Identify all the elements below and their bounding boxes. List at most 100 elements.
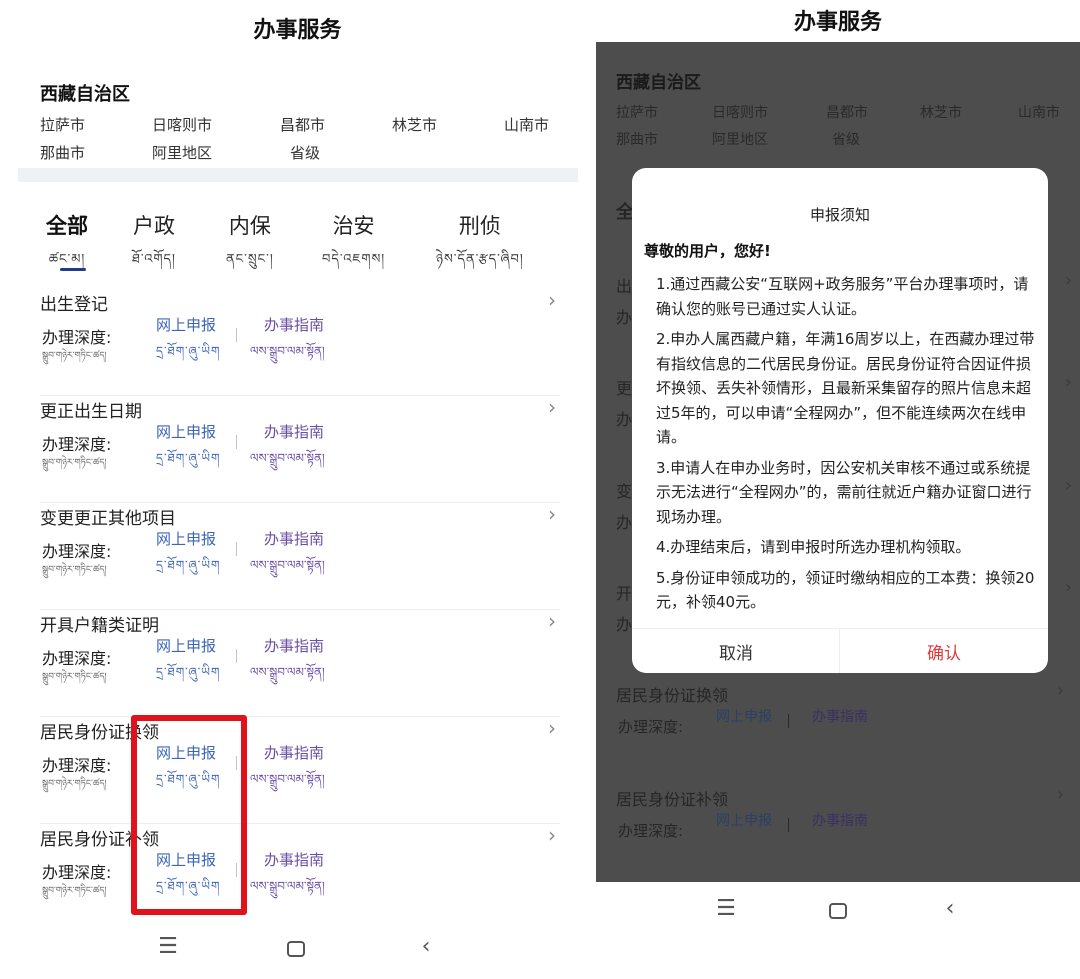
service-item[interactable]: 更正出生日期 › 办理深度: སྒྲུབ་གཉེར་གཏིང་ཚད། 网上申报 …	[40, 395, 560, 503]
chevron-right-icon: ›	[1064, 372, 1072, 393]
category-tabs: 全部 ཚང་མ། 户政 ཐོ་འགོད། 内保 ནང་སྲུང་། 治安 བདེ…	[40, 210, 570, 280]
service-guide-tibetan: ལས་སྒྲུབ་ལམ་སྟོན།	[250, 879, 325, 893]
notice-paragraph: 1.通过西藏公安“互联网+政务服务”平台办理事项时，请确认您的账号已通过实人认证…	[656, 275, 1029, 318]
service-guide-link[interactable]: 办事指南	[264, 742, 324, 763]
divider	[236, 435, 237, 449]
region-title: 西藏自治区	[40, 84, 130, 105]
dialog-greeting: 尊敬的用户，您好!	[644, 242, 771, 260]
service-name: 居民身份证换领	[616, 686, 729, 705]
back-icon[interactable]: ‹	[406, 934, 446, 959]
notice-paragraph: 2.申办人属西藏户籍，年满16周岁以上，在西藏办理过带有指纹信息的二代居民身份证…	[656, 330, 1035, 446]
home-icon[interactable]	[276, 938, 316, 963]
dialog-title: 申报须知	[809, 206, 870, 224]
chevron-right-icon: ›	[548, 609, 556, 633]
tab-label-tibetan: ཉེས་དོན་རྩད་ཞིབ།	[436, 252, 524, 267]
service-item[interactable]: 居民身份证补领 › 办理深度: སྒྲུབ་གཉེར་གཏིང་ཚད། 网上申报…	[40, 823, 560, 931]
service-guide-tibetan: ལས་སྒྲུབ་ལམ་སྟོན།	[250, 665, 325, 679]
obscured-text: 更	[616, 379, 633, 398]
section-divider	[18, 168, 578, 182]
city-nagqu: 那曲市	[616, 132, 658, 148]
confirm-button[interactable]: 确认	[840, 639, 1048, 664]
home-icon[interactable]	[818, 900, 858, 925]
service-guide-link: 办事指南	[812, 813, 868, 829]
cancel-button[interactable]: 取消	[632, 639, 840, 664]
depth-label: 办理深度:	[42, 542, 112, 561]
online-apply-tibetan: དྲ་ཐོག་ཞུ་ཡིག	[156, 344, 221, 358]
service-guide-link[interactable]: 办事指南	[264, 421, 324, 442]
service-name: 更正出生日期	[40, 402, 142, 422]
chevron-right-icon: ›	[1064, 270, 1072, 291]
city-chamdo[interactable]: 昌都市	[280, 114, 325, 135]
divider	[236, 649, 237, 663]
menu-icon[interactable]: ☰	[706, 896, 746, 921]
chevron-right-icon: ›	[548, 502, 556, 526]
service-name: 居民身份证补领	[616, 790, 729, 809]
service-name: 变更更正其他项目	[40, 509, 176, 529]
obscured-text: 出	[616, 277, 633, 296]
city-ngari: 阿里地区	[712, 132, 768, 148]
city-lhasa[interactable]: 拉萨市	[40, 114, 85, 135]
depth-label-tibetan: སྒྲུབ་གཉེར་གཏིང་ཚད།	[42, 886, 107, 896]
service-item: 居民身份证补领 › 办理深度: 网上申报 办事指南	[616, 784, 1070, 882]
left-screen: 办事服务 西藏自治区 拉萨市 日喀则市 昌都市 林芝市 山南市 那曲市 阿里地区…	[0, 0, 590, 979]
depth-label: 办理深度:	[42, 649, 112, 668]
online-apply-link[interactable]: 网上申报	[156, 314, 216, 335]
service-guide-link[interactable]: 办事指南	[264, 528, 324, 549]
city-ngari[interactable]: 阿里地区	[152, 142, 212, 163]
online-apply-link[interactable]: 网上申报	[156, 635, 216, 656]
depth-label: 办理深度:	[42, 435, 112, 454]
city-nyingchi[interactable]: 林芝市	[392, 114, 437, 135]
online-apply-tibetan: དྲ་ཐོག་ཞུ་ཡིག	[156, 558, 221, 572]
city-lhasa: 拉萨市	[616, 105, 658, 121]
tab-label: 刑侦	[458, 214, 501, 238]
back-icon[interactable]: ‹	[930, 896, 970, 921]
service-name: 出生登记	[40, 295, 108, 315]
service-guide-link[interactable]: 办事指南	[264, 635, 324, 656]
chevron-right-icon: ›	[548, 395, 556, 419]
service-item[interactable]: 开具户籍类证明 › 办理深度: སྒྲུབ་གཉེར་གཏིང་ཚད། 网上申报…	[40, 609, 560, 717]
online-apply-link: 网上申报	[716, 813, 772, 829]
page-title: 办事服务	[253, 18, 342, 43]
dialog-actions: 取消 确认	[632, 628, 1048, 673]
chevron-right-icon: ›	[548, 823, 556, 847]
city-provincial[interactable]: 省级	[290, 142, 320, 163]
service-guide-link[interactable]: 办事指南	[264, 849, 324, 870]
depth-label-tibetan: སྒྲུབ་གཉེར་གཏིང་ཚད།	[42, 458, 107, 468]
service-item[interactable]: 出生登记 › 办理深度: སྒྲུབ་གཉེར་གཏིང་ཚད། 网上申报 དྲ…	[40, 288, 560, 396]
tab-label: 全部	[46, 214, 88, 238]
tab-label-tibetan: བདེ་འཇགས།	[322, 252, 386, 267]
service-item[interactable]: 居民身份证换领 › 办理深度: སྒྲུབ་གཉེར་གཏིང་ཚད། 网上申报…	[40, 716, 560, 824]
tab-criminal-investigation[interactable]: 刑侦 ཉེས་དོན་རྩད་ཞིབ།	[436, 210, 524, 281]
service-guide-tibetan: ལས་སྒྲུབ་ལམ་སྟོན།	[250, 451, 325, 465]
chevron-right-icon: ›	[1064, 577, 1072, 598]
page-title: 办事服务	[793, 10, 882, 35]
tab-label-tibetan: ཐོ་འགོད།	[132, 252, 176, 267]
service-guide-tibetan: ལས་སྒྲུབ་ལམ་སྟོན།	[250, 772, 325, 786]
menu-icon[interactable]: ☰	[148, 934, 188, 959]
service-guide-tibetan: ལས་སྒྲུབ་ལམ་སྟོན།	[250, 344, 325, 358]
obscured-text: 变	[616, 482, 633, 501]
service-guide-link[interactable]: 办事指南	[264, 314, 324, 335]
city-nyingchi: 林芝市	[920, 105, 962, 121]
tab-label: 户政	[132, 214, 175, 238]
modal-overlay[interactable]: 西藏自治区 拉萨市 日喀则市 昌都市 林芝市 山南市 那曲市 阿里地区 省级 全…	[596, 42, 1080, 882]
city-shannan[interactable]: 山南市	[504, 114, 549, 135]
active-tab-indicator	[60, 268, 86, 271]
notice-paragraph: 5.身份证申领成功的，领证时缴纳相应的工本费：换领20元，补领40元。	[656, 568, 1035, 612]
service-item[interactable]: 变更更正其他项目 › 办理深度: སྒྲུབ་གཉེར་གཏིང་ཚད། 网上申…	[40, 502, 560, 610]
tab-label: 治安	[332, 214, 375, 238]
tab-household[interactable]: 户政 ཐོ་འགོད།	[132, 210, 176, 281]
online-apply-link[interactable]: 网上申报	[156, 421, 216, 442]
city-nagqu[interactable]: 那曲市	[40, 142, 85, 163]
right-screen: 办事服务 西藏自治区 拉萨市 日喀则市 昌都市 林芝市 山南市 那曲市 阿里地区…	[596, 0, 1080, 979]
depth-label: 办理深度:	[42, 328, 112, 347]
depth-label: 办理深度:	[42, 863, 112, 882]
online-apply-tibetan: དྲ་ཐོག་ཞུ་ཡིག	[156, 665, 221, 679]
depth-label: 办理深度:	[42, 756, 112, 775]
online-apply-link[interactable]: 网上申报	[156, 528, 216, 549]
chevron-right-icon: ›	[1064, 475, 1072, 496]
service-guide-tibetan: ལས་སྒྲུབ་ལམ་སྟོན།	[250, 558, 325, 572]
tab-public-security[interactable]: 治安 བདེ་འཇགས།	[322, 210, 385, 281]
city-shigatse[interactable]: 日喀则市	[152, 114, 212, 135]
tab-internal-security[interactable]: 内保 ནང་སྲུང་།	[226, 210, 274, 281]
